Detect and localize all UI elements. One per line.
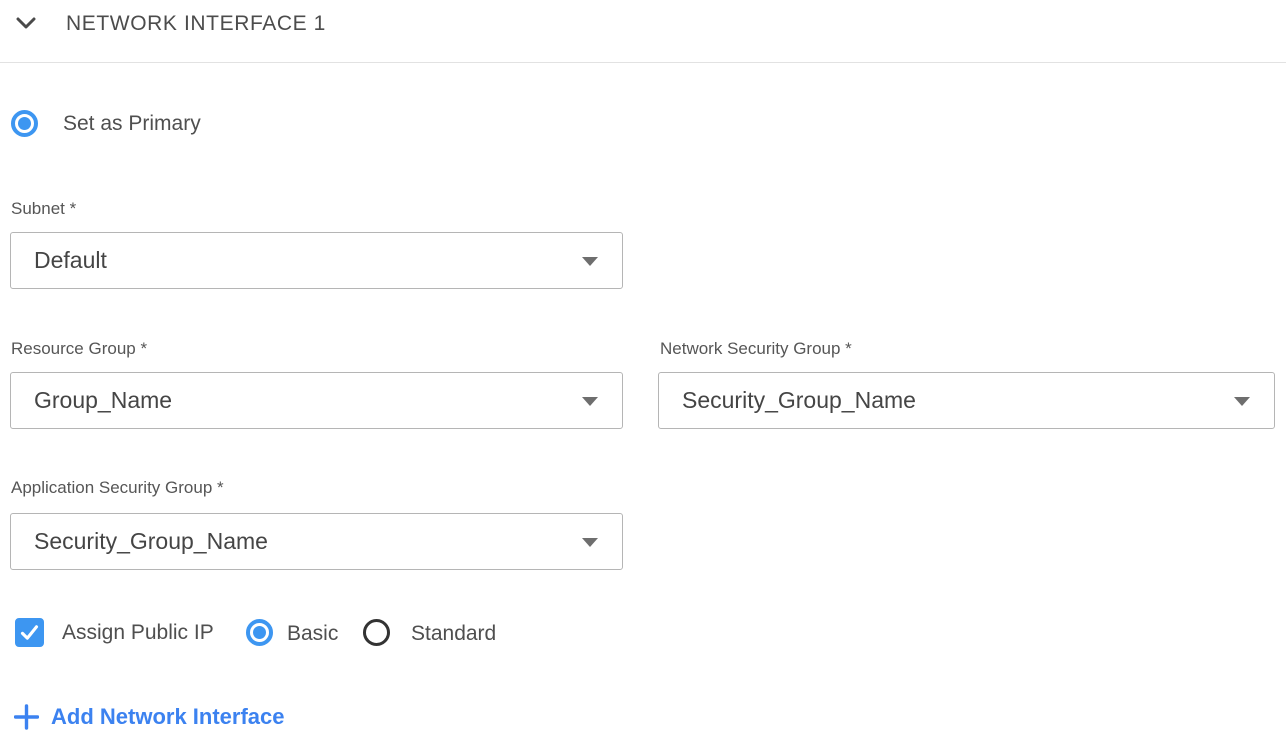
subnet-label: Subnet *	[11, 198, 76, 219]
section-header: NETWORK INTERFACE 1	[0, 0, 1286, 62]
radio-dot-icon	[253, 626, 266, 639]
network-security-group-select[interactable]: Security_Group_Name	[658, 372, 1275, 429]
resource-group-select[interactable]: Group_Name	[10, 372, 623, 429]
set-as-primary-label[interactable]: Set as Primary	[63, 110, 201, 137]
public-ip-sku-standard-radio[interactable]	[363, 619, 390, 646]
chevron-down-icon[interactable]	[16, 16, 36, 30]
application-security-group-label: Application Security Group *	[11, 477, 224, 498]
caret-down-icon	[582, 257, 598, 266]
caret-down-icon	[1234, 397, 1250, 406]
subnet-value: Default	[34, 247, 107, 274]
resource-group-label: Resource Group *	[11, 338, 147, 359]
check-icon	[19, 622, 40, 643]
subnet-select[interactable]: Default	[10, 232, 623, 289]
section-divider	[0, 62, 1286, 63]
assign-public-ip-label[interactable]: Assign Public IP	[62, 619, 214, 646]
plus-icon	[14, 704, 39, 730]
caret-down-icon	[582, 397, 598, 406]
application-security-group-select[interactable]: Security_Group_Name	[10, 513, 623, 570]
network-security-group-label: Network Security Group *	[660, 338, 852, 359]
public-ip-sku-standard-label[interactable]: Standard	[411, 620, 496, 647]
radio-dot-icon	[18, 117, 31, 130]
public-ip-sku-basic-label[interactable]: Basic	[287, 620, 338, 647]
set-as-primary-radio[interactable]	[11, 110, 38, 137]
resource-group-value: Group_Name	[34, 387, 172, 414]
add-network-interface-link[interactable]: Add Network Interface	[14, 703, 285, 731]
application-security-group-value: Security_Group_Name	[34, 528, 268, 555]
caret-down-icon	[582, 538, 598, 547]
add-network-interface-label: Add Network Interface	[51, 703, 285, 731]
network-security-group-value: Security_Group_Name	[682, 387, 916, 414]
section-title: NETWORK INTERFACE 1	[66, 12, 326, 36]
public-ip-sku-basic-radio[interactable]	[246, 619, 273, 646]
assign-public-ip-checkbox[interactable]	[15, 618, 44, 647]
